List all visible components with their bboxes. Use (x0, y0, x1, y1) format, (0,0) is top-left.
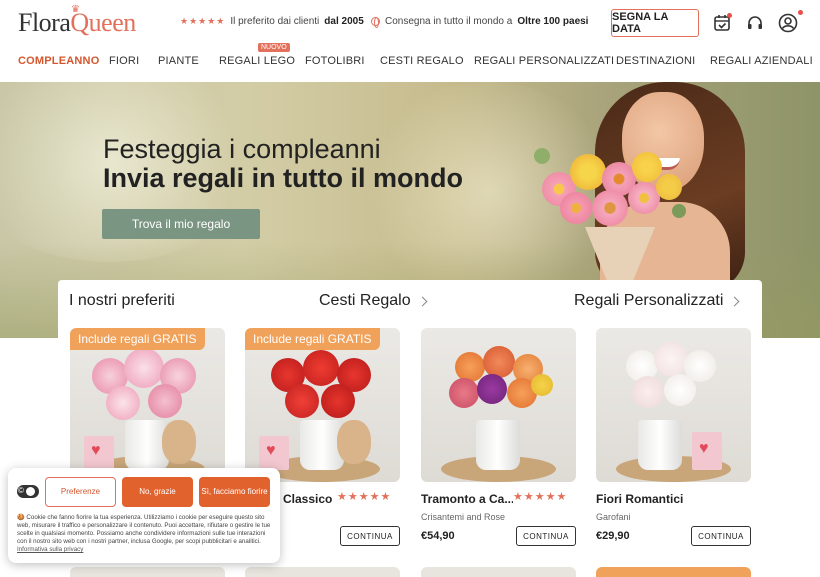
brand-logo[interactable]: ♛ FloraQueen (18, 4, 136, 38)
header: ♛ FloraQueen ★★★★★ Il preferito dai clie… (0, 0, 820, 46)
product-vase (638, 420, 682, 470)
section-personalized-label: Regali Personalizzati (574, 292, 724, 309)
product-subtitle: Garofani (596, 512, 631, 522)
product-card[interactable]: Tramonto a Ca... ★★★★★ Crisantemi and Ro… (421, 328, 576, 546)
product-card-next-row[interactable] (596, 567, 751, 577)
product-vase (476, 420, 520, 470)
nav-item-lego-gifts[interactable]: REGALI LEGO (219, 55, 295, 67)
crown-icon: ♛ (71, 4, 80, 15)
product-card[interactable]: Include regali GRATIS ♥ Classico ★★★★★ C… (245, 328, 400, 546)
user-account-icon[interactable] (777, 10, 803, 34)
cookie-consent-icon: © (17, 485, 39, 498)
rating-text: Il preferito dai clienti (230, 16, 320, 27)
calendar-check-icon[interactable] (711, 12, 733, 34)
shipping-count: Oltre 100 paesi (517, 16, 589, 27)
card-gift: ♥ (692, 432, 722, 470)
main-navigation: COMPLEANNO FIORI PIANTE NUOVO REGALI LEG… (0, 43, 820, 72)
continue-button[interactable]: CONTINUA (691, 526, 751, 546)
product-card[interactable]: ♥ Fiori Romantici Garofani €29,90 CONTIN… (596, 328, 751, 546)
cookie-banner: © Preferenze No, grazie Sì, facciamo fio… (8, 468, 280, 563)
find-gift-button[interactable]: Trova il mio regalo (102, 209, 260, 239)
product-image[interactable]: Include regali GRATIS ♥ (70, 328, 225, 482)
hero-bouquet (532, 142, 692, 257)
product-card[interactable]: Include regali GRATIS ♥ (70, 328, 225, 482)
notification-dot (727, 13, 732, 18)
nav-item-flowers[interactable]: FIORI (109, 55, 139, 67)
product-price: €29,90 (596, 530, 630, 542)
cookie-accept-button[interactable]: Sì, facciamo fiorire (199, 477, 270, 507)
product-card-next-row[interactable] (70, 567, 225, 577)
notification-dot (798, 10, 803, 15)
globe-icon (371, 17, 380, 28)
nav-item-birthday[interactable]: COMPLEANNO (18, 55, 99, 67)
promo-badge: Include regali GRATIS (245, 328, 380, 350)
cookie-decline-button[interactable]: No, grazie (122, 477, 193, 507)
section-favorites-label: I nostri preferiti (69, 292, 175, 309)
hero-title-line1: Festeggia i compleanni (103, 134, 381, 164)
rating-trust: ★★★★★ Il preferito dai clienti dal 2005 (180, 16, 364, 27)
teddy-bear (162, 420, 196, 464)
cookie-text-block: 🍪 Cookie che fanno fiorire la tua esperi… (17, 514, 275, 554)
logo-text-flora: Flora (18, 8, 71, 37)
section-personalized-gifts[interactable]: Regali Personalizzati (574, 292, 740, 310)
product-card-next-row[interactable] (421, 567, 576, 577)
hero-title-line2: Invia regali in tutto il mondo (103, 163, 464, 193)
continue-button[interactable]: CONTINUA (516, 526, 576, 546)
teddy-bear (337, 420, 371, 464)
promo-badge: Include regali GRATIS (70, 328, 205, 350)
product-name[interactable]: Classico (283, 492, 333, 506)
shipping-trust: Consegna in tutto il mondo a Oltre 100 pa… (371, 16, 589, 28)
headset-icon[interactable] (744, 12, 766, 34)
rating-stars-icon: ★★★★★ (337, 491, 392, 503)
chevron-right-icon (729, 296, 740, 306)
product-image[interactable]: Include regali GRATIS ♥ (245, 328, 400, 482)
card-gift: ♥ (259, 436, 289, 470)
product-subtitle: Crisantemi and Rose (421, 512, 506, 522)
privacy-policy-link[interactable]: Informativa sulla privacy (17, 546, 83, 553)
product-card-next-row[interactable] (245, 567, 400, 577)
continue-button[interactable]: CONTINUA (340, 526, 400, 546)
section-gift-baskets[interactable]: Cesti Regalo (319, 292, 428, 310)
card-gift: ♥ (84, 436, 114, 470)
product-price: €54,90 (421, 530, 455, 542)
product-name[interactable]: Tramonto a Ca... (421, 492, 513, 506)
save-date-button[interactable]: SEGNA LA DATA (611, 9, 699, 37)
rating-stars-icon: ★★★★★ (180, 16, 226, 26)
product-name[interactable]: Fiori Romantici (596, 492, 688, 506)
rating-stars-icon: ★★★★★ (513, 491, 568, 503)
rating-since: dal 2005 (324, 16, 364, 27)
section-favorites[interactable]: I nostri preferiti (69, 292, 175, 310)
cookie-preferences-button[interactable]: Preferenze (45, 477, 116, 507)
chevron-right-icon (417, 296, 428, 306)
nav-item-gift-baskets[interactable]: CESTI REGALO (380, 55, 464, 67)
nav-item-destinations[interactable]: DESTINAZIONI (616, 55, 695, 67)
nav-item-plants[interactable]: PIANTE (158, 55, 199, 67)
new-badge: NUOVO (258, 43, 290, 52)
nav-item-corporate-gifts[interactable]: REGALI AZIENDALI (710, 55, 813, 67)
section-gift-baskets-label: Cesti Regalo (319, 292, 411, 309)
nav-item-personalized-gifts[interactable]: REGALI PERSONALIZZATI (474, 55, 614, 67)
cookie-text: 🍪 Cookie che fanno fiorire la tua esperi… (17, 514, 271, 545)
nav-item-photobooks[interactable]: FOTOLIBRI (305, 55, 365, 67)
logo-text-queen: Queen (70, 8, 136, 37)
product-image[interactable]: ♥ (596, 328, 751, 482)
shipping-text: Consegna in tutto il mondo a (385, 16, 513, 27)
product-image[interactable] (421, 328, 576, 482)
